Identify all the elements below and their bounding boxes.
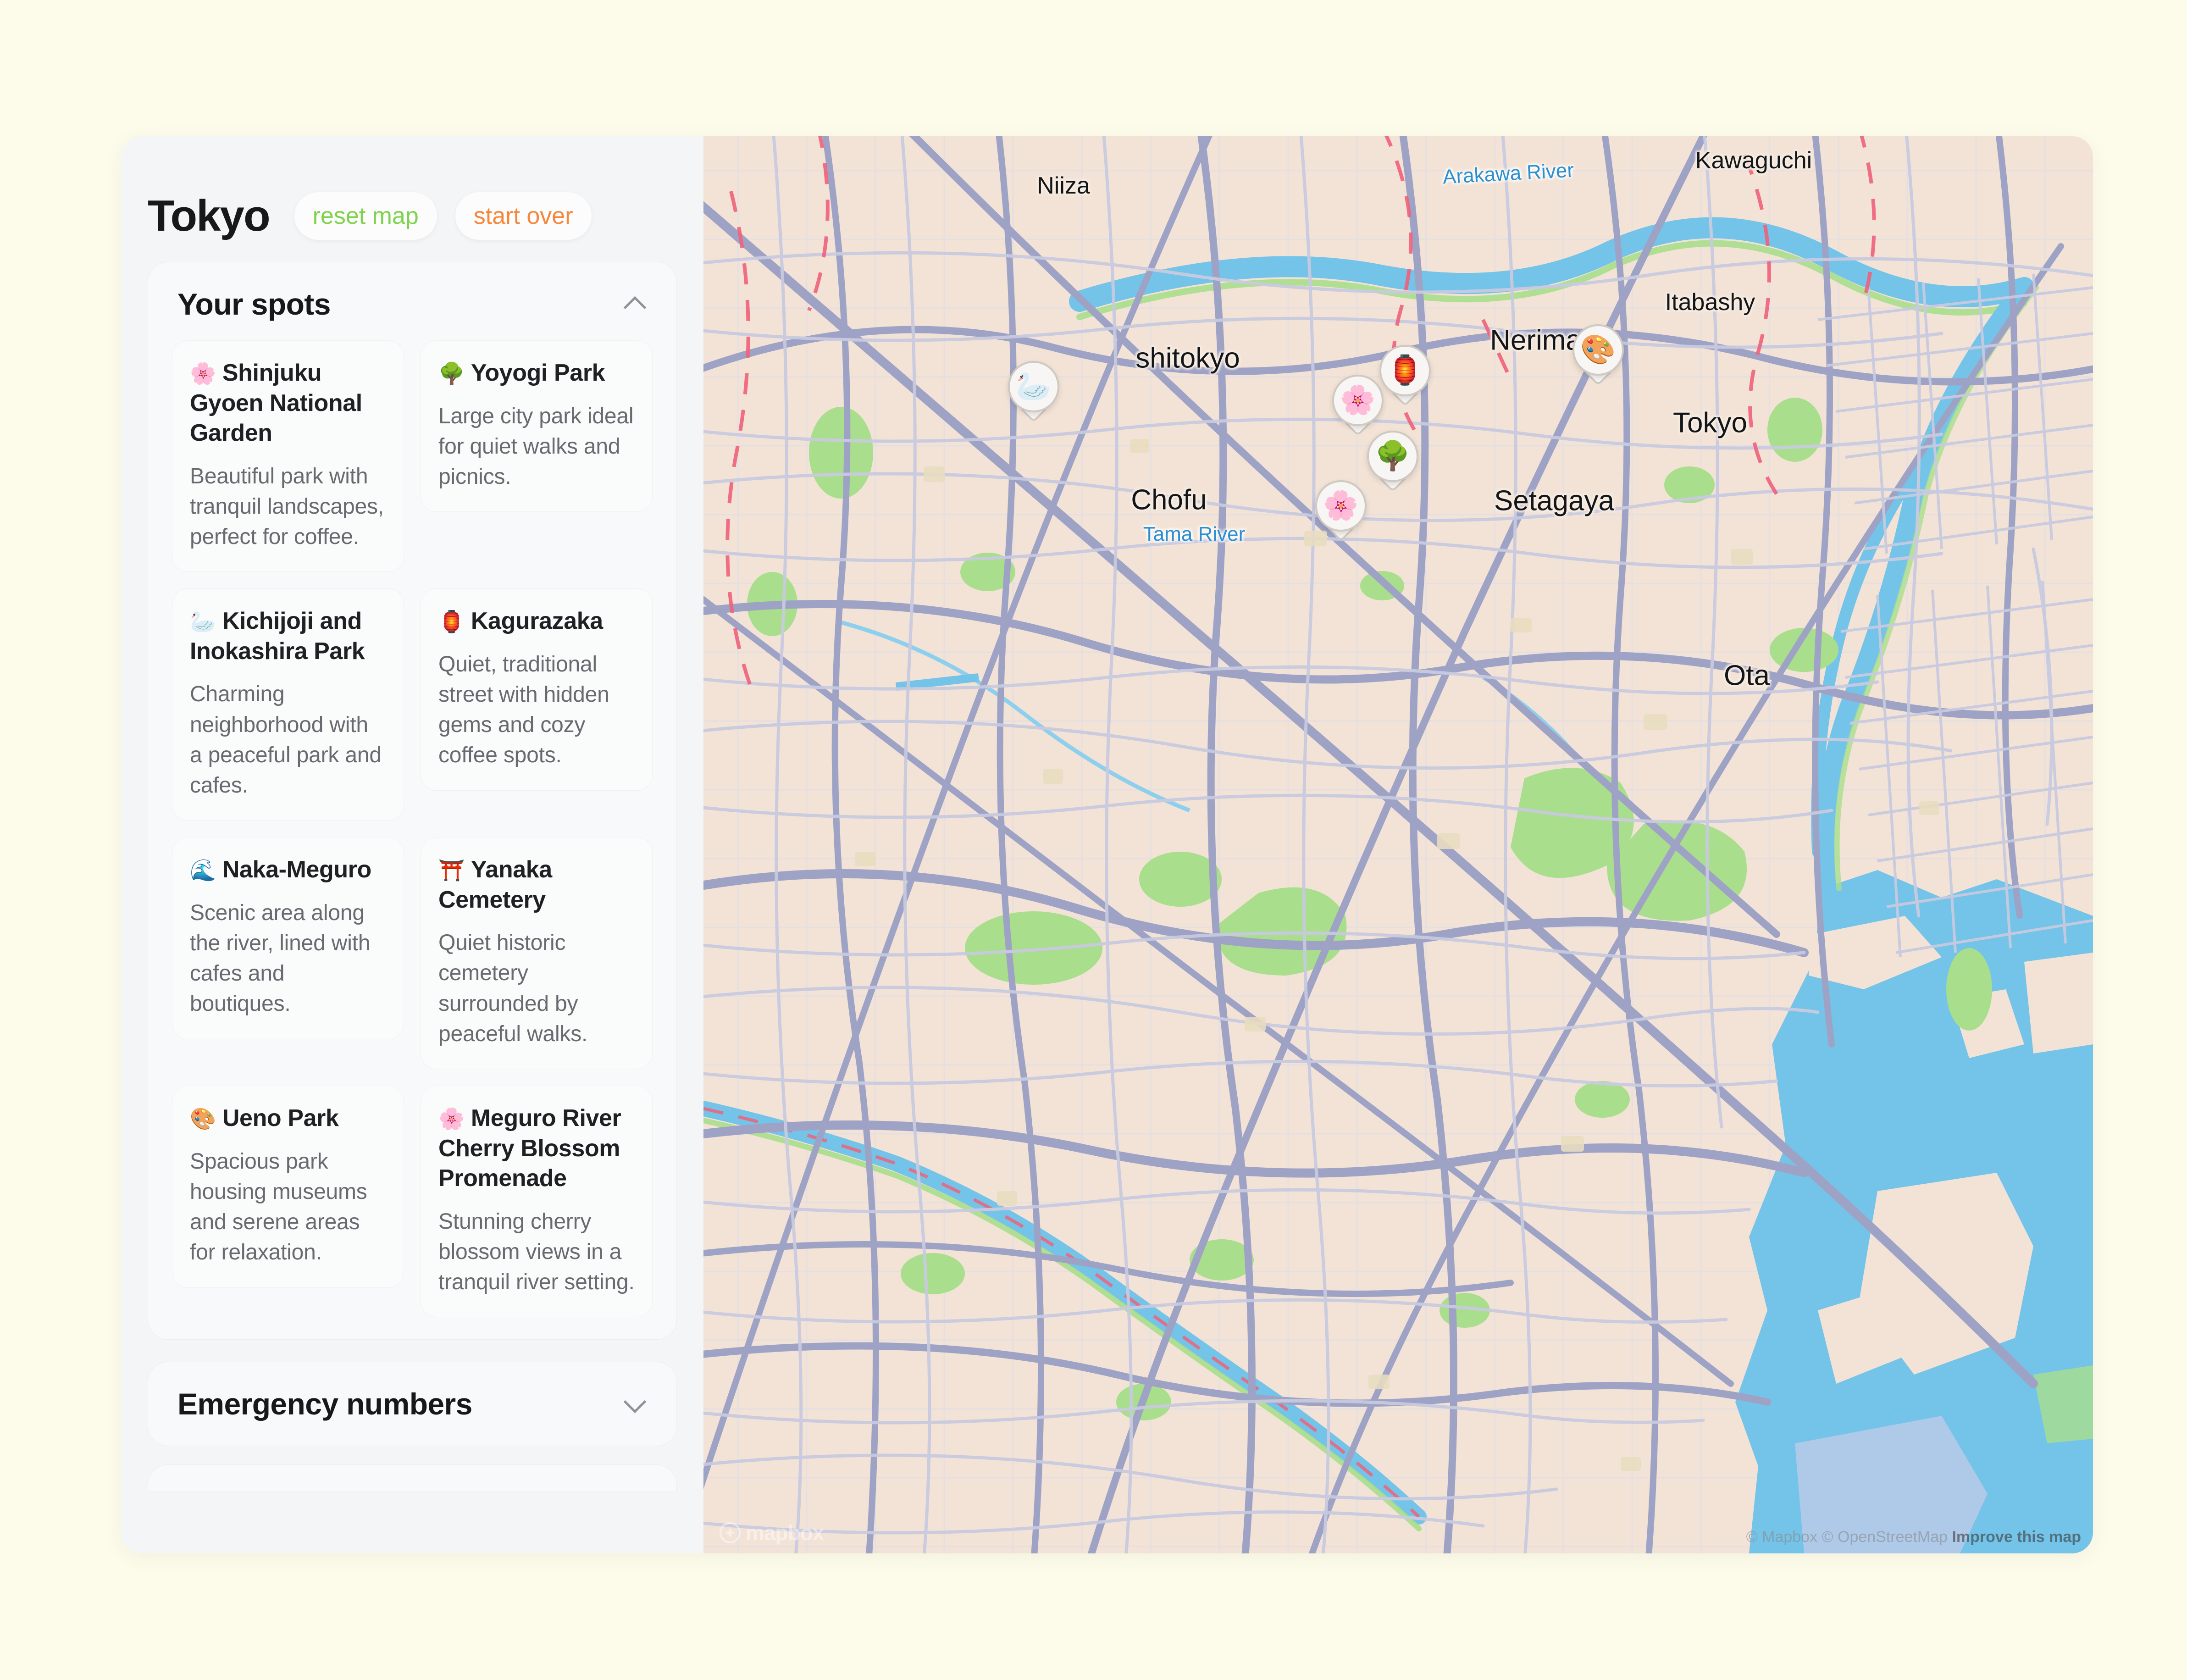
sidebar: Tokyo reset map start over Your spots 🌸S… [121, 136, 703, 1553]
spot-description: Quiet, traditional street with hidden ge… [438, 649, 635, 771]
cherry-blossom-icon: 🌸 [438, 1107, 465, 1131]
marker-glyph: 🦢 [1008, 361, 1059, 412]
spot-title: 🌳Yoyogi Park [438, 358, 635, 388]
spot-title-text: Kichijoji and Inokashira Park [190, 608, 365, 665]
marker-glyph: 🌳 [1367, 431, 1418, 482]
spot-description: Quiet historic cemetery surrounded by pe… [438, 928, 635, 1049]
emergency-numbers-title: Emergency numbers [177, 1389, 472, 1419]
spot-title: 🌸Meguro River Cherry Blossom Promenade [438, 1103, 635, 1194]
spot-title: 🎨Ueno Park [190, 1103, 386, 1134]
app-shell: Tokyo reset map start over Your spots 🌸S… [121, 136, 2093, 1553]
spot-title: 🌸Shinjuku Gyoen National Garden [190, 358, 386, 449]
spot-card[interactable]: 🌸Meguro River Cherry Blossom Promenade St… [421, 1086, 653, 1317]
spot-title: 🦢Kichijoji and Inokashira Park [190, 606, 386, 666]
marker-glyph: 🏮 [1379, 345, 1431, 396]
wave-icon: 🌊 [190, 858, 216, 882]
spot-card[interactable]: 🌊Naka-Meguro Scenic area along the river,… [172, 837, 404, 1039]
chevron-down-icon[interactable] [621, 1391, 647, 1417]
emergency-numbers-header[interactable]: Emergency numbers [148, 1362, 676, 1446]
spot-title: 🌊Naka-Meguro [190, 855, 386, 885]
marker-glyph: 🎨 [1572, 324, 1624, 376]
spot-title-text: Naka-Meguro [222, 856, 371, 883]
spot-description: Beautiful park with tranquil landscapes,… [190, 461, 386, 553]
spot-title: ⛩️Yanaka Cemetery [438, 855, 635, 915]
your-spots-header[interactable]: Your spots [148, 262, 676, 340]
spot-title-text: Meguro River Cherry Blossom Promenade [438, 1105, 621, 1192]
map-view[interactable]: KawaguchiNiizaAdachiItabashyNerimashitok… [703, 136, 2093, 1553]
lantern-icon: 🏮 [438, 610, 465, 633]
shrine-icon: ⛩️ [438, 858, 465, 882]
reset-map-button[interactable]: reset map [294, 192, 437, 240]
spot-title: 🏮 Kagurazaka [438, 606, 635, 637]
your-spots-title: Your spots [177, 289, 331, 319]
tree-icon: 🌳 [438, 361, 465, 385]
lantern-marker[interactable]: 🏮 [1379, 345, 1431, 405]
cherry-blossom-marker[interactable]: 🌸 [1315, 480, 1367, 540]
improve-this-map-link[interactable]: Improve this map [1952, 1528, 2081, 1546]
spot-card[interactable]: 🎨Ueno Park Spacious park housing museums … [172, 1086, 404, 1287]
chevron-up-icon[interactable] [621, 291, 647, 317]
next-panel-stub [148, 1464, 677, 1492]
spot-description: Spacious park housing museums and serene… [190, 1147, 386, 1268]
map-attribution: © Mapbox © OpenStreetMap Improve this ma… [1746, 1528, 2081, 1546]
spot-card[interactable]: 🦢Kichijoji and Inokashira Park Charming n… [172, 588, 404, 821]
spot-title-text: Ueno Park [222, 1105, 339, 1131]
spot-card[interactable]: ⛩️Yanaka Cemetery Quiet historic cemetery… [421, 837, 653, 1069]
start-over-button[interactable]: start over [455, 192, 592, 240]
spot-title-text: Yoyogi Park [471, 360, 605, 386]
swan-icon: 🦢 [190, 610, 216, 633]
swan-marker[interactable]: 🦢 [1008, 361, 1059, 421]
marker-glyph: 🌸 [1315, 480, 1367, 532]
spot-card[interactable]: 🌸Shinjuku Gyoen National Garden Beautiful… [172, 340, 404, 572]
marker-glyph: 🌸 [1332, 375, 1384, 426]
spot-description: Scenic area along the river, lined with … [190, 898, 386, 1020]
page-title: Tokyo [148, 194, 270, 238]
cherry-blossom-marker[interactable]: 🌸 [1332, 375, 1384, 434]
emergency-numbers-panel: Emergency numbers [148, 1362, 677, 1446]
tree-marker[interactable]: 🌳 [1367, 431, 1418, 490]
spot-title-text: Kagurazaka [471, 608, 603, 634]
spot-description: Large city park ideal for quiet walks an… [438, 401, 635, 493]
your-spots-panel: Your spots 🌸Shinjuku Gyoen National Gard… [148, 262, 677, 1340]
spots-grid: 🌸Shinjuku Gyoen National Garden Beautiful… [148, 340, 676, 1339]
spot-card[interactable]: 🏮 Kagurazaka Quiet, traditional street wit… [421, 588, 653, 790]
palette-icon: 🎨 [190, 1107, 216, 1131]
palette-marker[interactable]: 🎨 [1572, 324, 1624, 384]
app-root: Tokyo reset map start over Your spots 🌸S… [0, 0, 2187, 1680]
cherry-blossom-icon: 🌸 [190, 361, 216, 385]
spot-description: Stunning cherry blossom views in a tranq… [438, 1207, 635, 1298]
spot-description: Charming neighborhood with a peaceful pa… [190, 679, 386, 801]
sidebar-header: Tokyo reset map start over [121, 136, 703, 240]
spot-card[interactable]: 🌳Yoyogi Park Large city park ideal for qu… [421, 340, 653, 512]
map-attribution-text: © Mapbox © OpenStreetMap [1746, 1528, 1952, 1546]
